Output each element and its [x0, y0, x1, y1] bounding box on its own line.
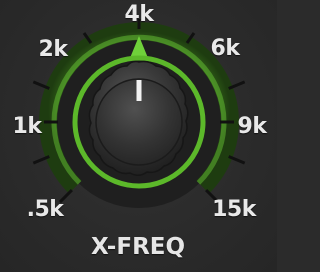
scale-label-0-5k: .5k [26, 197, 64, 222]
scale-label-2k: 2k [38, 37, 68, 62]
scale-label-15k: 15k [212, 197, 256, 222]
scale-label-4k: 4k [124, 2, 154, 27]
x-freq-knob-panel: .5k 1k 2k 4k 6k 9k 15k X-FREQ [0, 0, 277, 272]
knob-title: X-FREQ [90, 234, 186, 260]
scale-label-6k: 6k [210, 36, 240, 61]
scale-label-9k: 9k [237, 114, 267, 139]
scale-label-1k: 1k [12, 114, 42, 139]
knob-indicator-line [136, 80, 142, 101]
